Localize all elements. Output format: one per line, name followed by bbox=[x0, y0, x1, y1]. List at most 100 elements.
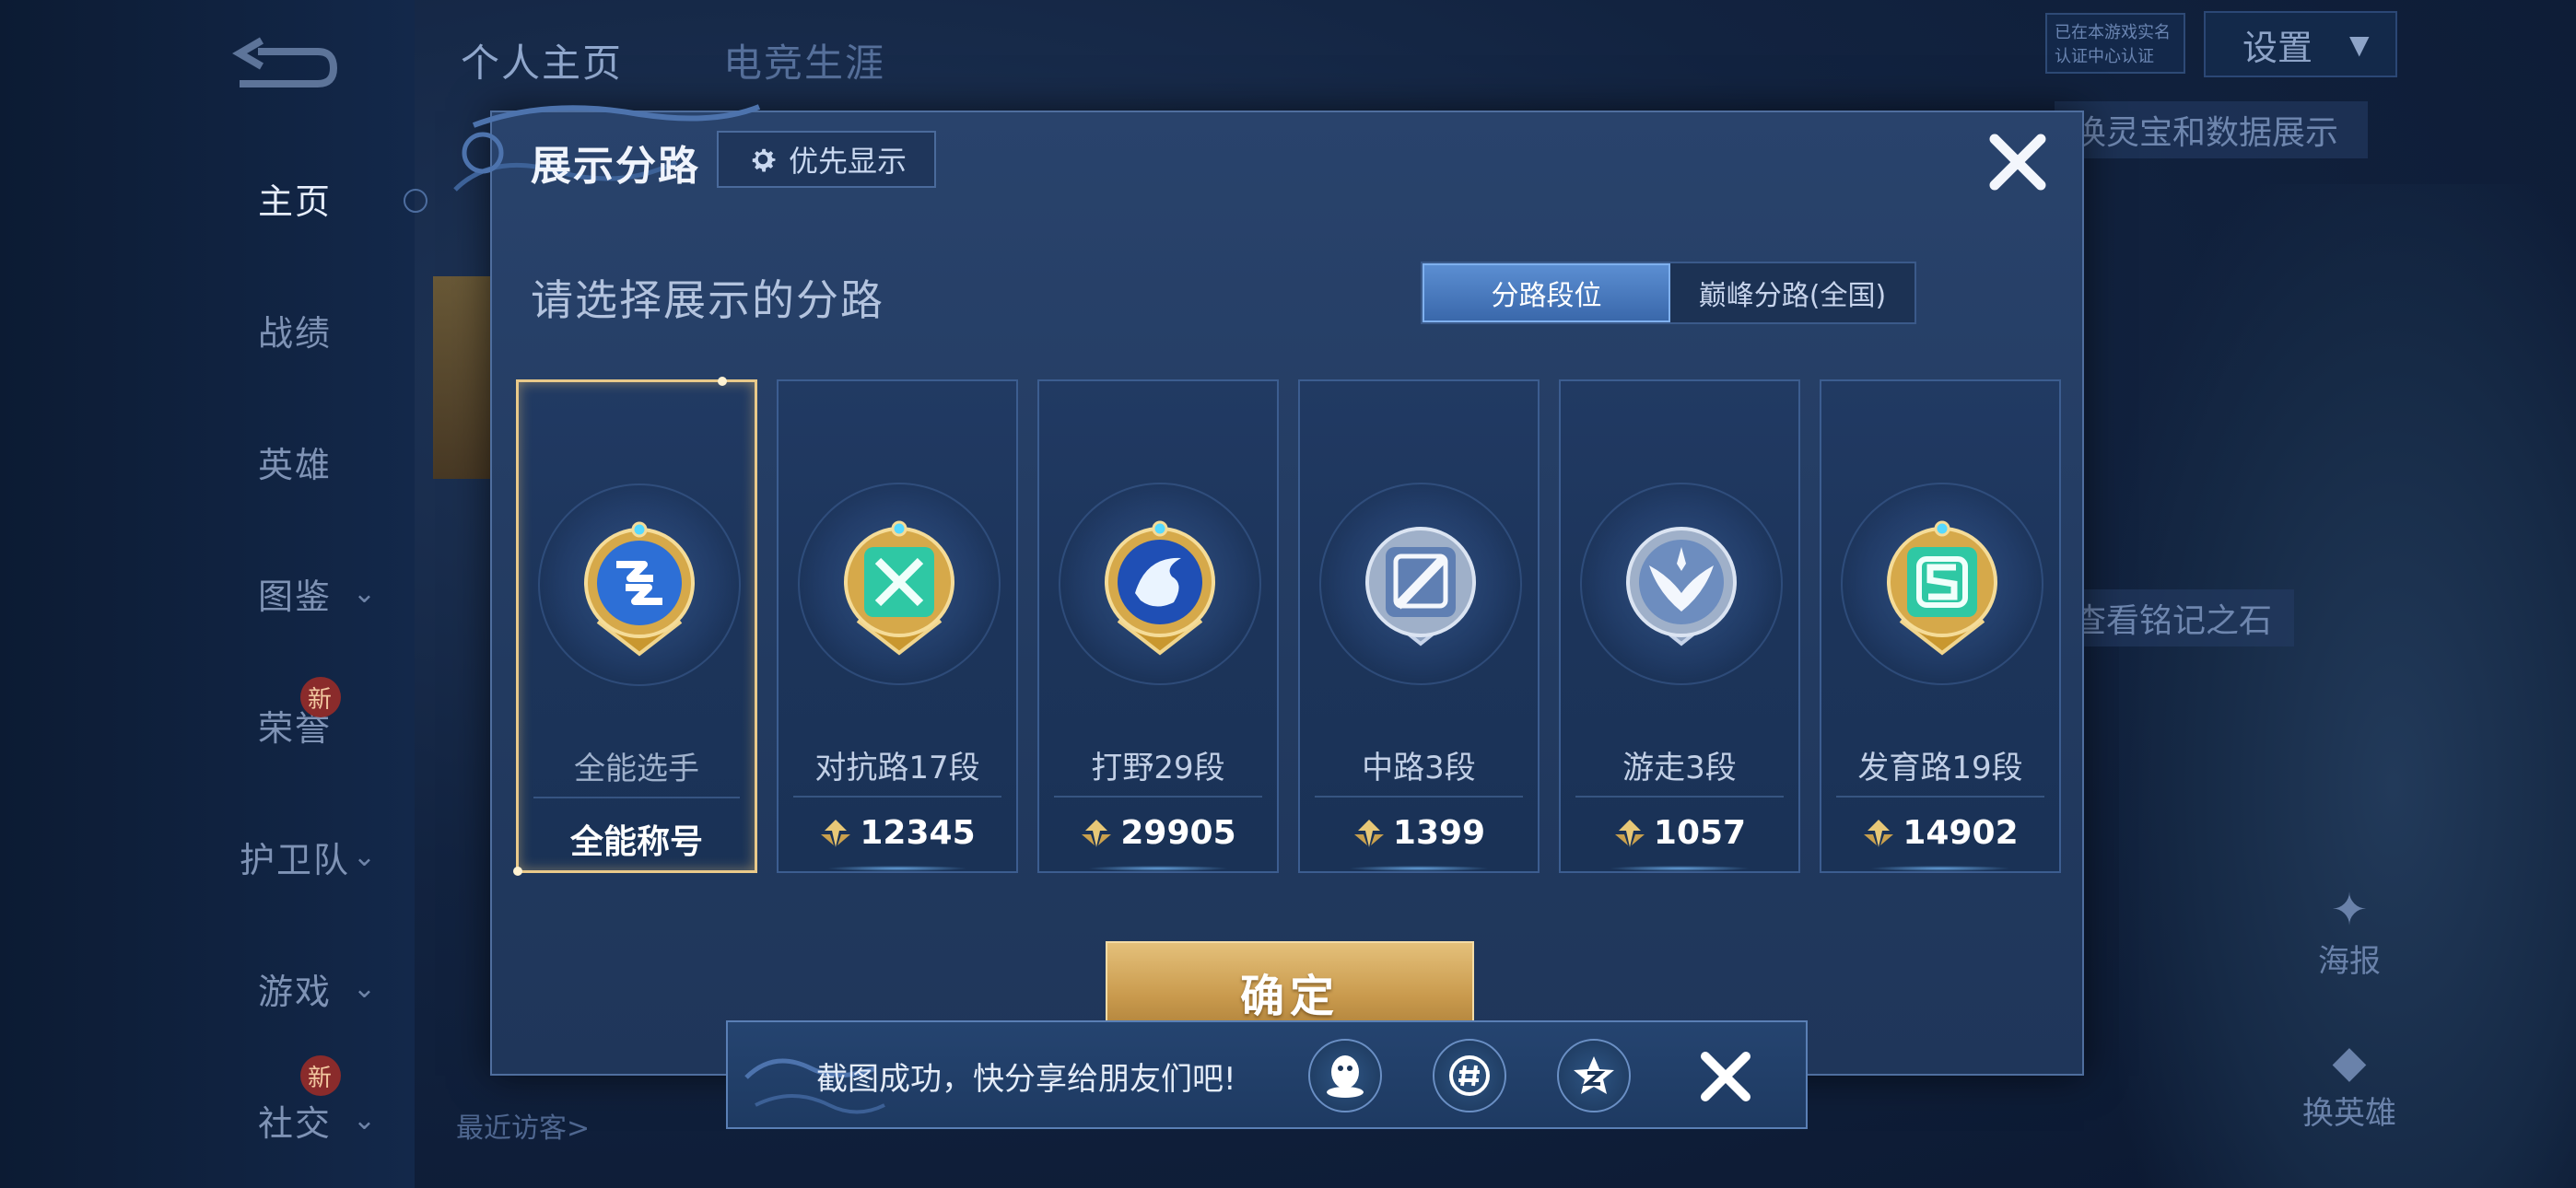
new-badge: 新 bbox=[300, 677, 341, 717]
lane-score: 12345 bbox=[779, 814, 1016, 852]
back-icon[interactable] bbox=[221, 33, 341, 98]
switch-treasure-strip[interactable]: 换灵宝和数据展示 bbox=[2055, 101, 2368, 158]
sidebar-item-label: 战绩 bbox=[257, 312, 332, 354]
lane-card-all-round[interactable]: 全能选手 全能称号 bbox=[513, 377, 757, 876]
priority-display-label: 优先显示 bbox=[788, 144, 907, 179]
qq-icon bbox=[1327, 1055, 1364, 1098]
sidebar-item-records[interactable]: 战绩 bbox=[184, 293, 405, 367]
sidebar-item-label: 主页 bbox=[257, 181, 332, 222]
verify-line-1: 已在本游戏实名 bbox=[2055, 23, 2171, 42]
chevron-down-icon: ⌄ bbox=[352, 577, 378, 610]
sidebar-item-codex[interactable]: 图鉴 ⌄ bbox=[184, 556, 405, 630]
lane-name: 对抗路17段 bbox=[814, 750, 980, 786]
sidebar-item-label: 英雄 bbox=[257, 444, 332, 485]
chevron-down-icon: ⌄ bbox=[352, 840, 378, 873]
close-dialog-button[interactable] bbox=[1983, 127, 2053, 197]
card-bottom-glow bbox=[1868, 866, 2012, 871]
share-moments-button[interactable] bbox=[1433, 1039, 1506, 1112]
verify-line-2: 认证中心认证 bbox=[2055, 47, 2154, 66]
share-qzone-button[interactable] bbox=[1557, 1039, 1631, 1112]
divider bbox=[1315, 796, 1523, 798]
close-icon bbox=[1989, 134, 2046, 191]
lane-score: 29905 bbox=[1039, 814, 1277, 852]
divider bbox=[1054, 796, 1262, 798]
sidebar-item-label: 图鉴 bbox=[257, 576, 332, 617]
lane-display-dialog: 展示分路 优先显示 请选择展示的分路 分路段位 巅峰分路(全国) 全能选手 全能… bbox=[453, 104, 2084, 1076]
realname-verify-badge: 已在本游戏实名 认证中心认证 bbox=[2045, 13, 2185, 74]
lane-score-value: 1057 bbox=[1653, 814, 1747, 852]
divider bbox=[533, 797, 740, 798]
poster-icon: ✦ bbox=[2330, 884, 2369, 936]
lane-name: 打野29段 bbox=[1091, 750, 1225, 786]
close-share-button[interactable] bbox=[1690, 1041, 1762, 1112]
card-bottom-glow bbox=[1608, 866, 1751, 871]
tab-personal-home[interactable]: 个人主页 bbox=[461, 32, 623, 88]
lane-score-value: 全能称号 bbox=[569, 823, 703, 861]
sidebar-item-social[interactable]: 社交 ⌄ 新 bbox=[184, 1055, 405, 1157]
lane-card-roam[interactable]: 游走3段 1057 bbox=[1559, 379, 1800, 873]
share-qq-button[interactable] bbox=[1308, 1039, 1382, 1112]
sidebar-item-label: 护卫队 bbox=[239, 839, 350, 880]
tab-peak-lane-national[interactable]: 巅峰分路(全国) bbox=[1670, 263, 1914, 322]
lane-name: 游走3段 bbox=[1622, 750, 1737, 786]
lane-score-value: 14902 bbox=[1903, 814, 2019, 852]
share-prompt-text: 截图成功，快分享给朋友们吧! bbox=[816, 1061, 1236, 1098]
lane-mode-tabs: 分路段位 巅峰分路(全国) bbox=[1421, 262, 1916, 324]
rank-points-icon bbox=[1353, 819, 1384, 847]
new-badge: 新 bbox=[300, 1055, 341, 1096]
switch-treasure-label: 换灵宝和数据展示 bbox=[2073, 114, 2339, 152]
sidebar-item-guard[interactable]: 护卫队 ⌄ bbox=[184, 820, 405, 893]
lane-score: 1399 bbox=[1300, 814, 1538, 852]
lane-card-mid[interactable]: 中路3段 1399 bbox=[1298, 379, 1540, 873]
view-inscription-strip[interactable]: 查看铭记之石 bbox=[2055, 589, 2294, 646]
roam-badge-icon bbox=[1626, 527, 1737, 646]
sidebar-item-heroes[interactable]: 英雄 bbox=[184, 425, 405, 498]
tab-esports-career[interactable]: 电竞生涯 bbox=[723, 32, 885, 88]
poster-label: 海报 bbox=[2318, 943, 2381, 980]
lane-score-value: 1399 bbox=[1392, 814, 1486, 852]
poster-button[interactable]: ✦ 海报 bbox=[2303, 884, 2395, 981]
rank-points-icon bbox=[1614, 819, 1645, 847]
settings-label: 设置 bbox=[2242, 27, 2313, 68]
screenshot-share-bar: 截图成功，快分享给朋友们吧! bbox=[726, 1020, 1808, 1129]
rank-points-icon bbox=[1864, 819, 1894, 847]
lane-card-list: 全能选手 全能称号 对抗路17段 12345 打野29段 29905 中路3段 … bbox=[513, 377, 2064, 877]
lane-name: 中路3段 bbox=[1362, 750, 1476, 786]
corner-dot bbox=[718, 377, 727, 386]
corner-dot bbox=[513, 867, 522, 876]
clash-lane-badge-icon bbox=[844, 520, 954, 656]
jungle-badge-icon bbox=[1105, 520, 1215, 656]
lane-card-clash[interactable]: 对抗路17段 12345 bbox=[777, 379, 1018, 873]
swap-hero-button[interactable]: ◆ 换英雄 bbox=[2285, 1036, 2414, 1133]
sidebar-item-games[interactable]: 游戏 ⌄ bbox=[184, 951, 405, 1025]
lane-name: 全能选手 bbox=[574, 751, 699, 787]
lane-card-farm[interactable]: 发育路19段 14902 bbox=[1820, 379, 2061, 873]
chevron-down-icon: ▼ bbox=[2349, 29, 2370, 60]
rank-points-icon bbox=[1082, 819, 1112, 847]
settings-dropdown[interactable]: 设置 ▼ bbox=[2204, 11, 2397, 77]
swap-hero-icon: ◆ bbox=[2332, 1036, 2367, 1088]
divider bbox=[793, 796, 1001, 798]
lane-name: 发育路19段 bbox=[1857, 750, 2023, 786]
sidebar-item-home[interactable]: 主页 bbox=[184, 161, 405, 235]
lane-score: 全能称号 bbox=[519, 815, 755, 863]
qzone-icon bbox=[1574, 1056, 1614, 1094]
all-round-badge-icon bbox=[584, 521, 695, 657]
close-icon bbox=[1701, 1052, 1751, 1101]
priority-display-button[interactable]: 优先显示 bbox=[717, 131, 936, 188]
chevron-down-icon: ⌄ bbox=[352, 1103, 378, 1136]
lane-score-value: 29905 bbox=[1120, 814, 1236, 852]
card-bottom-glow bbox=[1086, 866, 1230, 871]
farm-lane-badge-icon bbox=[1887, 520, 1997, 656]
dialog-title: 展示分路 bbox=[531, 143, 700, 190]
tab-lane-rank[interactable]: 分路段位 bbox=[1423, 263, 1670, 322]
gear-icon bbox=[752, 148, 776, 172]
lane-score: 14902 bbox=[1821, 814, 2059, 852]
recent-visitors-link[interactable]: 最近访客> bbox=[456, 1105, 590, 1146]
chevron-down-icon: ⌄ bbox=[352, 972, 378, 1005]
lane-card-jungle[interactable]: 打野29段 29905 bbox=[1037, 379, 1279, 873]
rank-points-icon bbox=[821, 819, 851, 847]
lane-score: 1057 bbox=[1561, 814, 1798, 852]
sidebar-item-honor[interactable]: 荣誉新 bbox=[184, 677, 405, 762]
divider bbox=[1836, 796, 2044, 798]
